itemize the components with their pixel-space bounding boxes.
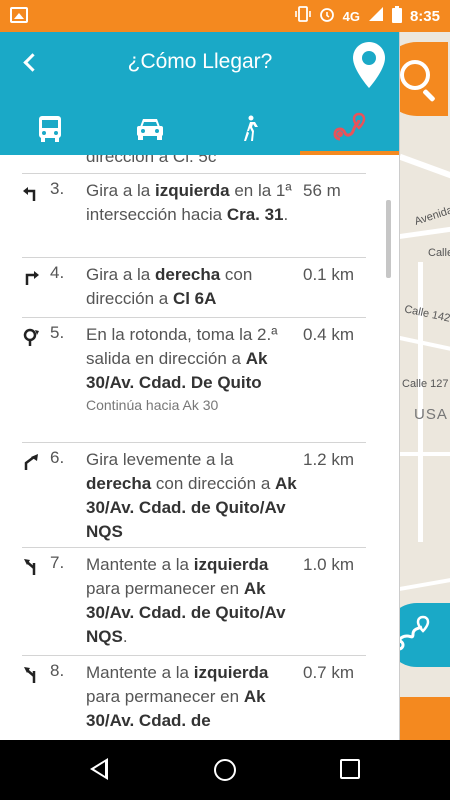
location-pin-icon[interactable] bbox=[350, 40, 388, 92]
list-item: 3. Gira a la izquierda en la 1ª intersec… bbox=[22, 174, 366, 258]
scrollbar[interactable] bbox=[386, 200, 391, 278]
vibrate-icon bbox=[294, 6, 311, 26]
keep-left-icon bbox=[22, 558, 40, 576]
step-text: Mantente a la izquierda para permanecer … bbox=[86, 663, 269, 730]
list-item: 6. Gira levemente a la derecha con direc… bbox=[22, 443, 366, 548]
step-distance: 0.4 km bbox=[303, 325, 355, 344]
alarm-icon bbox=[319, 6, 335, 26]
back-nav-icon[interactable] bbox=[90, 758, 108, 780]
step-number: 7. bbox=[50, 553, 65, 572]
route-icon bbox=[333, 112, 366, 140]
navigation-bar bbox=[0, 740, 450, 800]
transport-tabs bbox=[0, 102, 399, 155]
tab-walk[interactable] bbox=[200, 102, 300, 155]
step-text: Gira a la izquierda en la 1ª intersecció… bbox=[86, 181, 292, 224]
directions-panel: ¿Cómo Llegar? dirección a Cl. 5c 3. Gira… bbox=[0, 32, 400, 740]
step-distance: 1.2 km bbox=[303, 450, 355, 469]
turn-left-icon bbox=[22, 184, 40, 202]
home-nav-icon[interactable] bbox=[214, 759, 236, 781]
step-distance: 56 m bbox=[303, 181, 341, 200]
walk-icon bbox=[244, 115, 258, 141]
list-item: 7. Mantente a la izquierda para permanec… bbox=[22, 548, 366, 656]
step-note: Continúa hacia Ak 30 bbox=[86, 397, 219, 413]
recents-nav-icon[interactable] bbox=[340, 759, 360, 779]
tab-car[interactable] bbox=[100, 102, 200, 155]
panel-header: ¿Cómo Llegar? bbox=[0, 32, 399, 155]
tab-route[interactable] bbox=[300, 102, 399, 155]
map-label: Calle bbox=[428, 247, 450, 259]
step-number: 3. bbox=[50, 179, 65, 198]
step-text: dirección a Cl. 5c bbox=[86, 155, 217, 166]
car-icon bbox=[137, 118, 163, 140]
step-number: 5. bbox=[50, 323, 65, 342]
status-icons: 4G 8:35 bbox=[294, 0, 440, 32]
step-number: 8. bbox=[50, 661, 65, 680]
page-title: ¿Cómo Llegar? bbox=[127, 50, 273, 73]
search-icon bbox=[400, 60, 430, 90]
signal-icon bbox=[368, 6, 384, 26]
list-item: dirección a Cl. 5c bbox=[22, 155, 366, 174]
step-distance: 0.7 km bbox=[303, 663, 355, 682]
roundabout-icon bbox=[22, 328, 40, 346]
clock-time: 8:35 bbox=[409, 7, 440, 25]
step-distance: 1.0 km bbox=[303, 555, 355, 574]
turn-right-icon bbox=[22, 268, 40, 286]
step-text: Gira levemente a la derecha con direcció… bbox=[86, 450, 297, 541]
step-text: Gira a la derecha con dirección a Cl 6A bbox=[86, 265, 253, 308]
map-label: Calle 142 bbox=[403, 303, 450, 325]
network-type: 4G bbox=[342, 8, 360, 24]
battery-icon bbox=[391, 5, 402, 27]
step-distance: 0.1 km bbox=[303, 265, 355, 284]
step-number: 6. bbox=[50, 448, 65, 467]
step-number: 4. bbox=[50, 263, 65, 282]
status-bar: 4G 8:35 bbox=[0, 0, 450, 32]
step-text: En la rotonda, toma la 2.ª salida en dir… bbox=[86, 323, 300, 415]
map-label: USA bbox=[414, 406, 448, 423]
list-item: 4. Gira a la derecha con dirección a Cl … bbox=[22, 258, 366, 318]
list-item: 8. Mantente a la izquierda para permanec… bbox=[22, 656, 366, 740]
map-bottom-bar[interactable] bbox=[400, 697, 450, 740]
list-item: 5. En la rotonda, toma la 2.ª salida en … bbox=[22, 318, 366, 443]
slight-right-icon bbox=[22, 453, 40, 471]
map-label: Calle 127 bbox=[402, 378, 449, 390]
image-notification-icon bbox=[10, 7, 28, 23]
directions-list[interactable]: dirección a Cl. 5c 3. Gira a la izquierd… bbox=[0, 155, 399, 740]
keep-left-icon bbox=[22, 666, 40, 684]
map-label: Avenida bbox=[413, 204, 450, 228]
bus-icon bbox=[39, 115, 61, 142]
step-text: Mantente a la izquierda para permanecer … bbox=[86, 555, 286, 646]
tab-bus[interactable] bbox=[0, 102, 100, 155]
